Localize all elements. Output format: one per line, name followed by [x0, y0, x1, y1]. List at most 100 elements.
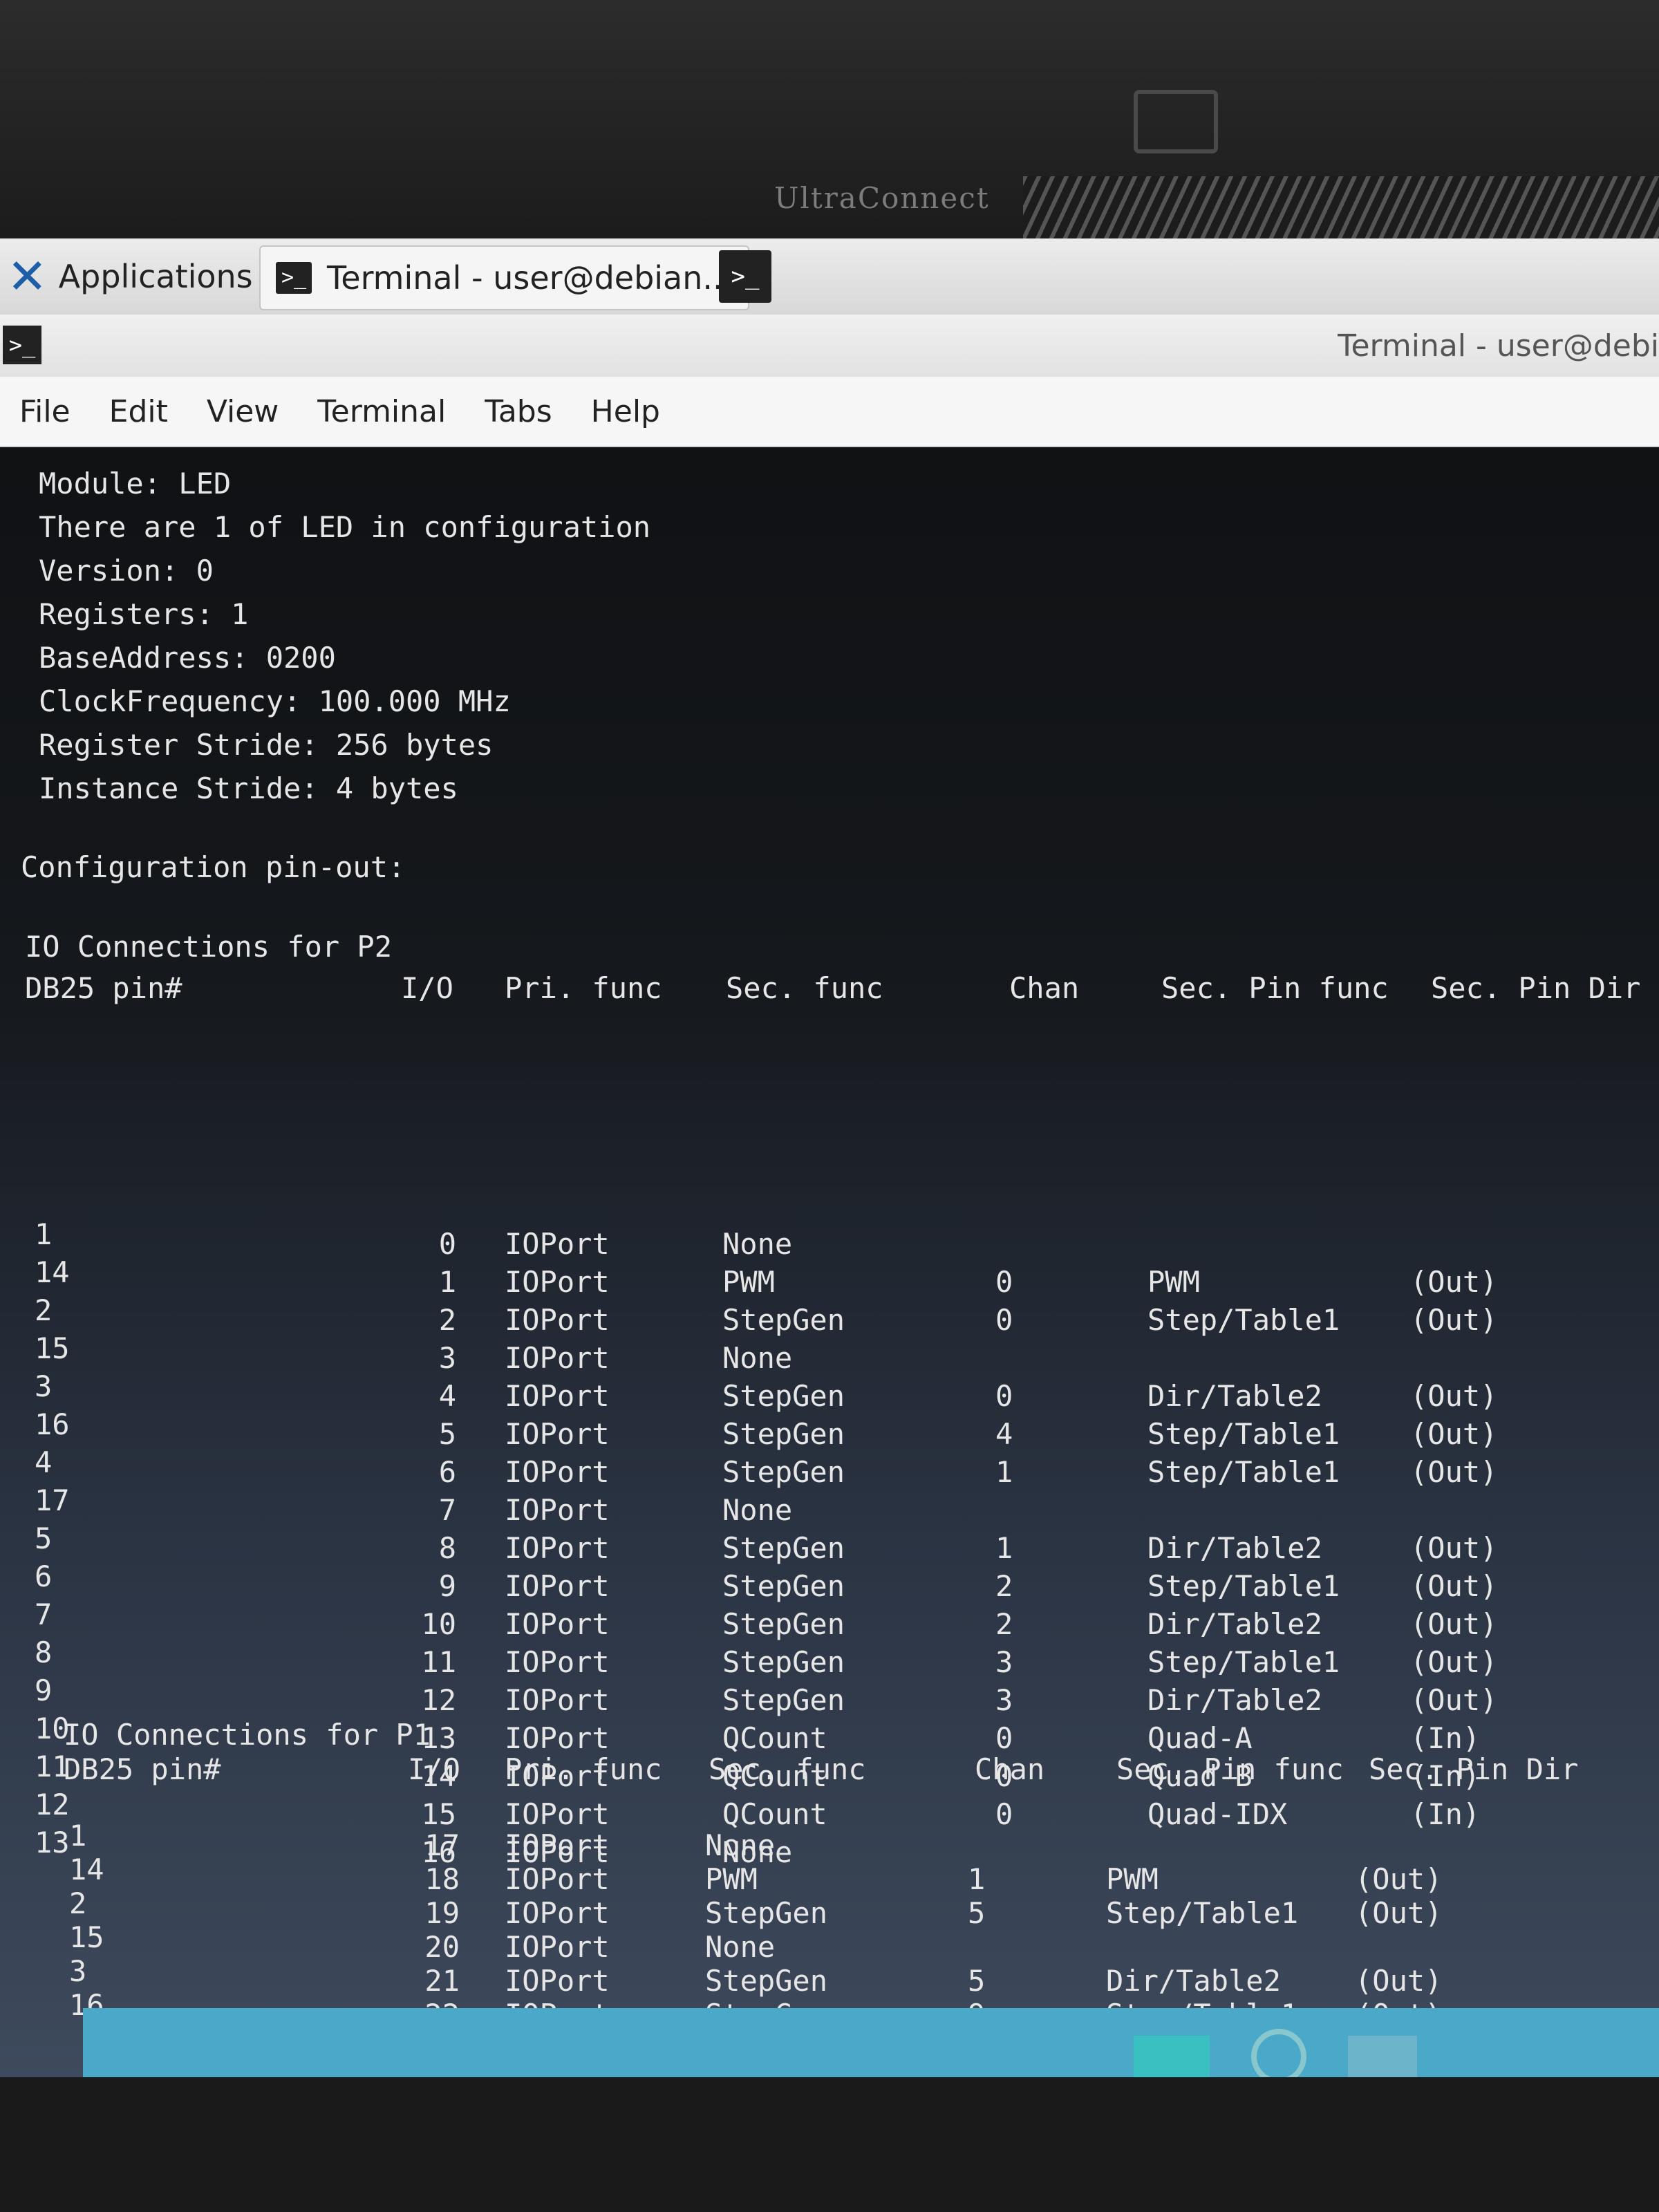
column-header-io: I/O — [401, 971, 453, 1005]
table-cell-secpin: Dir/Table2 — [1147, 1607, 1322, 1641]
table-cell-secpin: Step/Table1 — [1147, 1569, 1340, 1603]
table-cell-secdir: (Out) — [1410, 1645, 1498, 1679]
table-cell-secdir: (Out) — [1410, 1531, 1498, 1565]
laptop-bezel-bottom — [0, 2077, 1659, 2212]
taskbar-terminal-label: Terminal - user@debian... — [327, 259, 733, 297]
p1-heading: IO Connections for P1 — [64, 1718, 431, 1752]
table-cell-io: 12 — [421, 1683, 456, 1717]
table-cell-db25: 8 — [35, 1635, 53, 1669]
table-cell-sec: StepGen — [722, 1645, 845, 1679]
column-header-secpin: Sec. Pin func — [1116, 1752, 1344, 1786]
menu-terminal[interactable]: Terminal — [298, 394, 465, 429]
table-cell-sec: None — [722, 1341, 793, 1375]
table-cell-sec: QCount — [722, 1797, 827, 1831]
column-header-chan: Chan — [975, 1752, 1045, 1786]
table-cell-db25: 12 — [35, 1788, 70, 1821]
column-header-db25: DB25 pin# — [64, 1752, 221, 1786]
table-cell-sec: None — [722, 1227, 793, 1261]
column-header-sec: Sec. func — [726, 971, 883, 1005]
table-cell-db25: 17 — [35, 1483, 70, 1517]
table-cell-io: 15 — [421, 1797, 456, 1831]
table-cell-io: 2 — [438, 1303, 456, 1337]
table-cell-pri: IOPort — [505, 1531, 610, 1565]
column-header-db25: DB25 pin# — [25, 971, 182, 1005]
applications-menu-button[interactable]: ✕ Applications — [7, 238, 253, 315]
table-cell-secdir: (Out) — [1410, 1417, 1498, 1451]
table-cell-io: 7 — [438, 1493, 456, 1527]
table-cell-pri: IOPort — [505, 1645, 610, 1679]
table-cell-pri: IOPort — [505, 1265, 610, 1299]
table-cell-db25: 1 — [69, 1819, 87, 1853]
table-cell-db25: 4 — [35, 1445, 53, 1479]
table-cell-secpin: Step/Table1 — [1147, 1455, 1340, 1489]
table-cell-chan: 0 — [995, 1379, 1013, 1413]
table-cell-secpin: Step/Table1 — [1147, 1303, 1340, 1337]
panel-folder-icon[interactable] — [1348, 2036, 1417, 2077]
table-cell-sec: None — [705, 1828, 776, 1862]
table-cell-secdir: (Out) — [1355, 1896, 1443, 1930]
table-cell-pri: IOPort — [505, 1683, 610, 1717]
table-cell-io: 5 — [438, 1417, 456, 1451]
table-cell-io: 21 — [424, 1964, 460, 1998]
table-cell-chan: 1 — [968, 1862, 986, 1896]
column-header-pri: Pri. func — [505, 1752, 662, 1786]
info-line: Registers: 1 — [39, 597, 249, 631]
column-header-pri: Pri. func — [505, 971, 662, 1005]
column-header-sec: Sec. func — [709, 1752, 866, 1786]
info-line: Register Stride: 256 bytes — [39, 728, 494, 762]
menu-file[interactable]: File — [0, 394, 90, 429]
table-cell-secdir: (Out) — [1355, 1964, 1443, 1998]
info-line: BaseAddress: 0200 — [39, 641, 336, 675]
table-cell-chan: 5 — [968, 1964, 986, 1998]
menu-help[interactable]: Help — [572, 394, 679, 429]
table-cell-chan: 3 — [995, 1645, 1013, 1679]
p2-heading: IO Connections for P2 — [25, 930, 393, 964]
table-cell-sec: PWM — [705, 1862, 758, 1896]
column-header-secpin: Sec. Pin func — [1161, 971, 1389, 1005]
launcher-terminal-icon[interactable]: >_ — [719, 250, 771, 303]
table-cell-secpin: Step/Table1 — [1147, 1645, 1340, 1679]
panel-search-icon[interactable] — [1251, 2029, 1306, 2077]
xfce-logo-icon: ✕ — [7, 248, 48, 305]
table-cell-pri: IOPort — [505, 1964, 610, 1998]
menu-tabs[interactable]: Tabs — [465, 394, 571, 429]
window-title: Terminal - user@debi — [1338, 328, 1659, 364]
table-cell-db25: 2 — [35, 1293, 53, 1327]
table-cell-io: 3 — [438, 1341, 456, 1375]
terminal-output[interactable]: Module: LED There are 1 of LED in config… — [0, 446, 1659, 2063]
table-cell-secdir: (Out) — [1410, 1379, 1498, 1413]
menu-edit[interactable]: Edit — [90, 394, 187, 429]
applications-label: Applications — [58, 258, 253, 295]
panel-app-icon[interactable] — [1134, 2036, 1210, 2077]
table-cell-chan: 0 — [995, 1265, 1013, 1299]
table-cell-secpin: Step/Table1 — [1147, 1417, 1340, 1451]
table-cell-secdir: (Out) — [1410, 1265, 1498, 1299]
menu-view[interactable]: View — [187, 394, 298, 429]
table-cell-secpin: Quad-A — [1147, 1721, 1253, 1755]
window-titlebar[interactable]: >_ Terminal - user@debi — [0, 315, 1659, 377]
column-header-secdir: Sec. Pin Dir — [1369, 1752, 1579, 1786]
table-cell-db25: 2 — [69, 1886, 87, 1920]
table-cell-db25: 13 — [35, 1826, 70, 1859]
bottom-panel — [83, 2008, 1659, 2077]
table-cell-sec: QCount — [722, 1721, 827, 1755]
table-cell-chan: 5 — [968, 1896, 986, 1930]
column-header-io: I/O — [408, 1752, 460, 1786]
table-cell-secdir: (Out) — [1410, 1569, 1498, 1603]
table-cell-secdir: (Out) — [1410, 1303, 1498, 1337]
taskbar-terminal-button[interactable]: >_ Terminal - user@debian... — [259, 245, 750, 310]
table-cell-db25: 15 — [35, 1331, 70, 1365]
table-cell-secpin: Step/Table1 — [1106, 1896, 1299, 1930]
table-cell-secdir: (Out) — [1410, 1607, 1498, 1641]
table-cell-sec: StepGen — [722, 1531, 845, 1565]
table-cell-pri: IOPort — [505, 1341, 610, 1375]
table-cell-db25: 7 — [35, 1597, 53, 1631]
table-cell-pri: IOPort — [505, 1721, 610, 1755]
table-cell-io: 4 — [438, 1379, 456, 1413]
table-cell-secpin: Dir/Table2 — [1147, 1379, 1322, 1413]
table-cell-db25: 16 — [35, 1407, 70, 1441]
table-cell-secdir: (Out) — [1410, 1683, 1498, 1717]
table-cell-pri: IOPort — [505, 1828, 610, 1862]
table-cell-sec: PWM — [722, 1265, 775, 1299]
table-cell-io: 11 — [421, 1645, 456, 1679]
